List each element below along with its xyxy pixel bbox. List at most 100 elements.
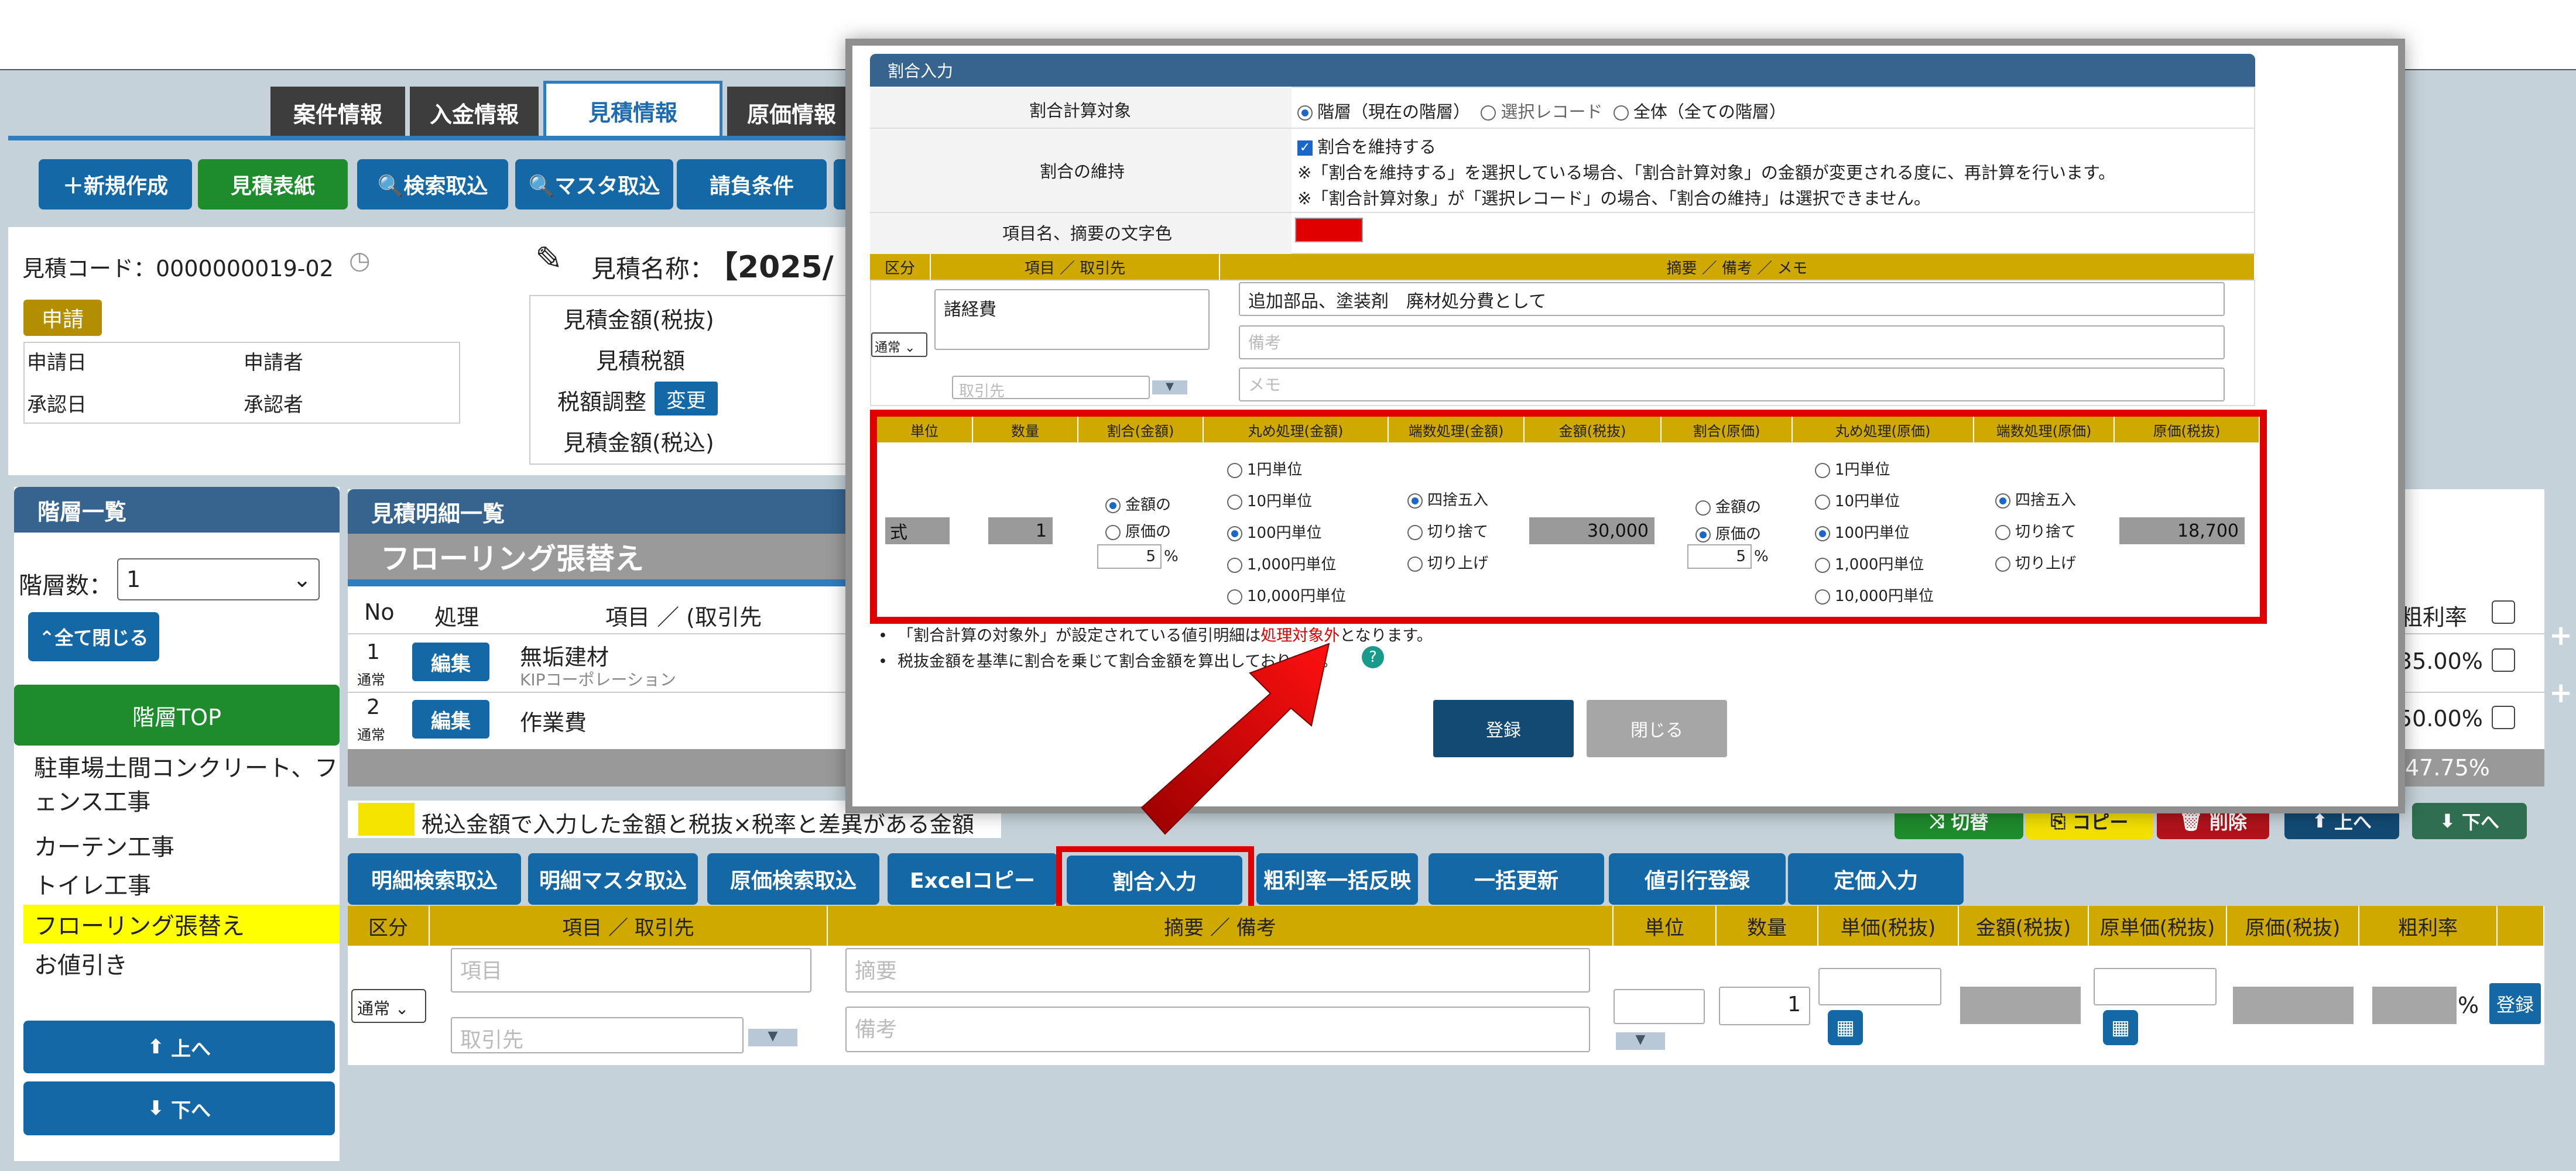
radio-icon[interactable] bbox=[1613, 105, 1629, 121]
sidebar-item-discount[interactable]: お値引き bbox=[23, 945, 340, 982]
entry-cost-unit-input[interactable] bbox=[2094, 968, 2217, 1005]
plus-icon[interactable]: + bbox=[2549, 676, 2572, 709]
radio-icon[interactable] bbox=[1815, 589, 1830, 605]
round-cost-option[interactable]: 10,000円単位 bbox=[1815, 584, 1934, 606]
tab-cost[interactable]: 原価情報 bbox=[727, 87, 856, 138]
hierarchy-down-button[interactable]: ⬇ 下へ bbox=[23, 1081, 335, 1135]
unit-dropdown-icon[interactable]: ▼ bbox=[1616, 1032, 1665, 1050]
cost-search-import-button[interactable]: 原価検索取込 bbox=[707, 853, 879, 905]
tab-project[interactable]: 案件情報 bbox=[270, 87, 405, 138]
radio-icon[interactable] bbox=[1481, 105, 1496, 121]
edit-button[interactable]: 編集 bbox=[412, 700, 489, 739]
ratio-amount-input[interactable]: 5 bbox=[1097, 544, 1162, 569]
fraction-cost-option[interactable]: 切り上げ bbox=[1995, 551, 2076, 573]
entry-unit-input[interactable] bbox=[1614, 989, 1705, 1024]
fraction-amount-option[interactable]: 四捨五入 bbox=[1407, 488, 1488, 510]
target-options[interactable]: 階層（現在の階層） 選択レコード 全体（全ての階層） bbox=[1297, 98, 1786, 123]
modal-close-button[interactable]: 閉じる bbox=[1587, 700, 1727, 757]
list-price-button[interactable]: 定価入力 bbox=[1788, 853, 1964, 905]
text-color-picker[interactable] bbox=[1295, 218, 1363, 242]
plus-icon[interactable]: + bbox=[2549, 619, 2572, 652]
ratio-cost-input[interactable]: 5 bbox=[1687, 544, 1752, 569]
fraction-cost-option[interactable]: 切り捨て bbox=[1995, 520, 2076, 541]
round-amount-option[interactable]: 10,000円単位 bbox=[1227, 584, 1346, 606]
round-cost-option[interactable]: 100円単位 bbox=[1815, 521, 1910, 542]
detail-master-import-button[interactable]: 明細マスタ取込 bbox=[528, 853, 698, 905]
vendor-dropdown-icon[interactable]: ▼ bbox=[1152, 380, 1187, 394]
radio-icon[interactable] bbox=[1227, 557, 1242, 573]
radio-icon[interactable] bbox=[1105, 497, 1121, 513]
radio-icon[interactable] bbox=[1227, 462, 1242, 478]
radio-icon[interactable] bbox=[1815, 557, 1830, 573]
clock-icon[interactable]: ◷ bbox=[349, 246, 371, 274]
entry-unit-price-input[interactable] bbox=[1818, 968, 1941, 1005]
radio-icon[interactable] bbox=[1995, 556, 2010, 572]
radio-icon[interactable] bbox=[1815, 494, 1830, 510]
ratio-amount-option[interactable]: 金額の bbox=[1105, 493, 1171, 514]
radio-icon[interactable] bbox=[1105, 524, 1121, 540]
radio-icon[interactable] bbox=[1407, 524, 1423, 540]
radio-icon[interactable] bbox=[1227, 494, 1242, 510]
sidebar-item-curtain[interactable]: カーテン工事 bbox=[23, 826, 340, 864]
modal-item-input[interactable]: 諸経費 bbox=[934, 289, 1210, 350]
tab-payment[interactable]: 入金情報 bbox=[410, 87, 539, 138]
round-cost-option[interactable]: 1,000円単位 bbox=[1815, 552, 1924, 574]
bulk-update-button[interactable]: 一括更新 bbox=[1429, 853, 1604, 905]
radio-icon[interactable] bbox=[1995, 493, 2010, 509]
sidebar-item-flooring[interactable]: フローリング張替え bbox=[23, 905, 340, 943]
radio-icon[interactable] bbox=[1695, 527, 1711, 542]
fraction-cost-option[interactable]: 四捨五入 bbox=[1995, 488, 2076, 510]
hierarchy-count-select[interactable]: 1 ⌄ bbox=[117, 558, 320, 600]
edit-button[interactable]: 編集 bbox=[412, 643, 489, 681]
bulk-margin-button[interactable]: 粗利率一括反映 bbox=[1256, 853, 1418, 905]
hierarchy-top-button[interactable]: 階層TOP bbox=[14, 685, 340, 746]
discount-row-button[interactable]: 値引行登録 bbox=[1609, 853, 1786, 905]
modal-vendor-input[interactable]: 取引先 bbox=[952, 376, 1150, 400]
sidebar-item-parking[interactable]: 駐車場土間コンクリート、フェンス工事 bbox=[23, 749, 340, 822]
tax-change-button[interactable]: 変更 bbox=[655, 382, 718, 415]
vendor-dropdown-icon[interactable]: ▼ bbox=[748, 1029, 797, 1046]
entry-item-input[interactable]: 項目 bbox=[451, 948, 811, 993]
ratio-input-button[interactable]: 割合入力 bbox=[1067, 856, 1242, 905]
entry-vendor-input[interactable]: 取引先 bbox=[451, 1017, 744, 1053]
round-amount-option[interactable]: 1円単位 bbox=[1227, 458, 1303, 479]
modal-memo-input[interactable]: メモ bbox=[1239, 368, 2225, 401]
modal-kubun-select[interactable]: 通常 ⌄ bbox=[871, 332, 927, 357]
fraction-amount-option[interactable]: 切り上げ bbox=[1407, 551, 1488, 573]
ratio-cost-option[interactable]: 金額の bbox=[1695, 495, 1761, 517]
entry-kubun-select[interactable]: 通常 ⌄ bbox=[351, 989, 426, 1023]
collapse-all-button[interactable]: ⌃全て閉じる bbox=[28, 612, 159, 661]
keep-checkbox[interactable]: ✓ 割合を維持する bbox=[1297, 133, 1436, 158]
radio-icon[interactable] bbox=[1695, 500, 1711, 516]
excel-copy-button[interactable]: Excelコピー bbox=[888, 853, 1057, 905]
fraction-amount-option[interactable]: 切り捨て bbox=[1407, 520, 1488, 541]
terms-button[interactable]: 請負条件 bbox=[677, 159, 827, 210]
search-import-button[interactable]: 🔍検索取込 bbox=[357, 159, 508, 210]
radio-icon[interactable] bbox=[1407, 556, 1423, 572]
ratio-cost-option[interactable]: 原価の bbox=[1695, 522, 1761, 544]
radio-icon[interactable] bbox=[1227, 589, 1242, 605]
edit-icon[interactable]: ✎ bbox=[535, 240, 563, 278]
estimate-sheet-button[interactable]: 見積表紙 bbox=[198, 159, 348, 210]
modal-register-button[interactable]: 登録 bbox=[1433, 700, 1574, 757]
round-cost-option[interactable]: 10円単位 bbox=[1815, 489, 1900, 511]
radio-icon[interactable] bbox=[1297, 105, 1313, 121]
round-amount-option[interactable]: 100円単位 bbox=[1227, 521, 1322, 542]
master-import-button[interactable]: 🔍マスタ取込 bbox=[515, 159, 673, 210]
radio-icon[interactable] bbox=[1407, 493, 1423, 509]
select-all-checkbox[interactable] bbox=[2492, 600, 2515, 624]
hierarchy-up-button[interactable]: ⬆ 上へ bbox=[23, 1021, 335, 1073]
detail-search-import-button[interactable]: 明細検索取込 bbox=[348, 853, 521, 905]
modal-summary-input[interactable]: 追加部品、塗装剤 廃材処分費として bbox=[1239, 282, 2225, 316]
entry-register-button[interactable]: 登録 bbox=[2489, 983, 2541, 1024]
round-amount-option[interactable]: 10円単位 bbox=[1227, 489, 1312, 511]
new-button[interactable]: ＋新規作成 bbox=[39, 159, 192, 210]
radio-icon[interactable] bbox=[1815, 462, 1830, 478]
round-cost-option[interactable]: 1円単位 bbox=[1815, 458, 1890, 479]
entry-note-input[interactable]: 備考 bbox=[845, 1007, 1590, 1052]
calculator-icon[interactable]: ▦ bbox=[1828, 1010, 1863, 1045]
move-down-button[interactable]: ⬇ 下へ bbox=[2412, 803, 2527, 839]
modal-note-input[interactable]: 備考 bbox=[1239, 325, 2225, 359]
ratio-amount-option[interactable]: 原価の bbox=[1105, 520, 1171, 541]
row-checkbox[interactable] bbox=[2492, 648, 2515, 672]
